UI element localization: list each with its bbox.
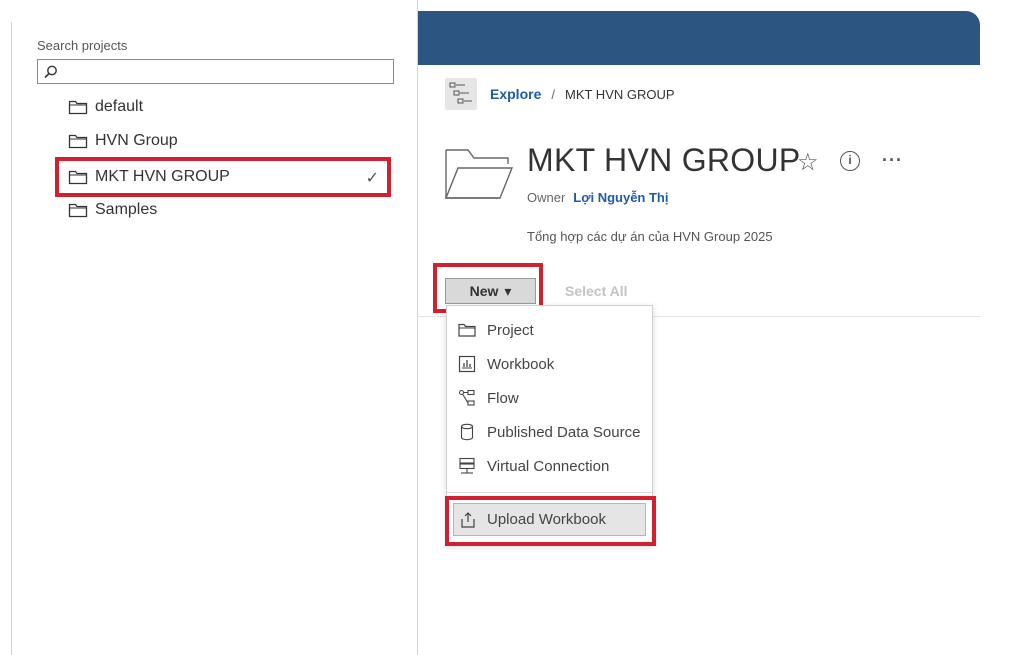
favorite-star-icon[interactable]: ☆ xyxy=(797,148,819,177)
panel-divider xyxy=(417,0,418,655)
datasource-icon xyxy=(457,422,477,442)
breadcrumb-explore-link[interactable]: Explore xyxy=(490,86,541,102)
menu-item-label: Workbook xyxy=(487,355,555,373)
project-folder-icon xyxy=(444,146,514,207)
tree-item-mkt-hvn-group[interactable]: MKT HVN GROUP ✓ xyxy=(55,157,391,197)
menu-divider xyxy=(447,492,652,493)
new-button[interactable]: New ▾ xyxy=(445,278,536,304)
menu-item-upload-workbook[interactable]: Upload Workbook xyxy=(453,503,646,536)
workbook-icon xyxy=(457,354,477,374)
tree-item-label: default xyxy=(95,98,144,115)
folder-icon xyxy=(68,169,88,185)
folder-icon xyxy=(457,320,477,340)
search-icon xyxy=(44,65,57,79)
menu-item-label: Flow xyxy=(487,389,519,407)
tree-item-label: MKT HVN GROUP xyxy=(95,168,230,185)
project-description: Tổng hợp các dự án của HVN Group 2025 xyxy=(527,229,773,244)
owner-label: Owner xyxy=(527,190,566,205)
breadcrumb-current: MKT HVN GROUP xyxy=(564,86,675,102)
page-title: MKT HVN GROUP xyxy=(527,142,801,178)
tree-item-label: Samples xyxy=(95,201,158,218)
owner-row: Owner Lợi Nguyễn Thị xyxy=(527,190,668,205)
flow-icon xyxy=(457,388,477,408)
virtual-connection-icon xyxy=(457,456,477,476)
menu-item-virtual-connection[interactable]: Virtual Connection xyxy=(457,453,609,479)
tree-item-hvn-group[interactable]: HVN Group xyxy=(68,128,178,154)
search-input[interactable] xyxy=(37,59,394,84)
app-root: Search projects default HVN Group MKT HV… xyxy=(0,0,1009,655)
tree-item-default[interactable]: default xyxy=(68,94,143,120)
breadcrumb-separator: / xyxy=(551,86,555,102)
more-actions-icon[interactable]: ··· xyxy=(882,150,903,171)
menu-item-project[interactable]: Project xyxy=(457,317,534,343)
menu-item-label: Project xyxy=(487,321,534,339)
header-banner xyxy=(418,11,980,65)
search-label: Search projects xyxy=(37,38,128,53)
menu-item-published-data-source[interactable]: Published Data Source xyxy=(457,419,640,445)
new-button-label: New xyxy=(469,283,499,299)
folder-icon xyxy=(68,202,88,218)
select-all-button[interactable]: Select All xyxy=(565,283,628,299)
folder-icon xyxy=(68,133,88,149)
menu-item-label: Virtual Connection xyxy=(487,457,610,475)
tree-item-samples[interactable]: Samples xyxy=(68,197,157,223)
info-icon[interactable]: i xyxy=(840,151,860,171)
menu-item-flow[interactable]: Flow xyxy=(457,385,519,411)
owner-link[interactable]: Lợi Nguyễn Thị xyxy=(573,190,668,205)
menu-item-label: Published Data Source xyxy=(487,423,641,441)
project-tree-icon[interactable] xyxy=(445,78,477,110)
upload-workbook-label: Upload Workbook xyxy=(487,511,606,528)
menu-item-workbook[interactable]: Workbook xyxy=(457,351,554,377)
left-divider xyxy=(11,22,12,655)
upload-icon xyxy=(458,510,478,530)
tree-item-label: HVN Group xyxy=(95,132,178,149)
chevron-down-icon: ▾ xyxy=(504,282,512,299)
folder-icon xyxy=(68,99,88,115)
breadcrumb: Explore / MKT HVN GROUP xyxy=(490,86,675,102)
checkmark-icon: ✓ xyxy=(365,170,379,187)
